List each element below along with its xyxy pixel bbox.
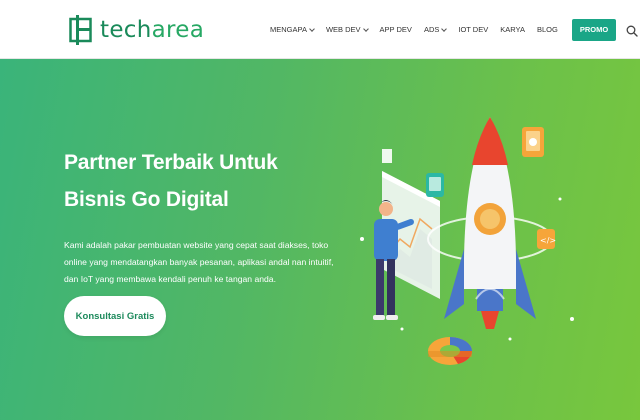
logo-text-light: area [151, 17, 205, 43]
techarea-logo-icon [69, 15, 93, 45]
nav-label: BLOG [536, 25, 558, 34]
chevron-down-icon [362, 25, 369, 32]
nav-item-mengapa[interactable]: MENGAPA [270, 25, 315, 34]
consultation-button[interactable]: Konsultasi Gratis [64, 296, 166, 336]
nav-label: IOT DEV [458, 25, 489, 34]
chevron-down-icon [441, 25, 448, 32]
logo-text-dark: tech [100, 17, 152, 43]
nav-item-blog[interactable]: BLOG [537, 25, 558, 34]
techarea-logo[interactable]: techarea [69, 14, 204, 46]
nav-label: ADS [423, 25, 440, 34]
nav-item-ads[interactable]: ADS [423, 25, 448, 34]
rocket-launch-illustration: </> [340, 89, 600, 419]
hero-section: Partner Terbaik Untuk Bisnis Go Digital … [0, 59, 640, 420]
nav-label: APP DEV [379, 25, 412, 34]
nav-item-iot-dev[interactable]: IOT DEV [458, 25, 488, 34]
nav-item-karya[interactable]: KARYA [500, 25, 525, 34]
hero-headline-line2: Bisnis Go Digital [64, 188, 229, 211]
nav-label: MENGAPA [270, 25, 307, 34]
hero-headline-line1: Partner Terbaik Untuk [64, 151, 278, 174]
nav-item-web-dev[interactable]: WEB DEV [325, 25, 369, 34]
main-nav: MENGAPA WEB DEV APP DEV ADS IOT DEV KARY… [270, 0, 638, 59]
site-header: techarea MENGAPA WEB DEV APP DEV ADS IOT… [0, 0, 640, 59]
search-icon[interactable] [626, 24, 638, 37]
logo-wordmark: techarea [100, 17, 204, 43]
nav-item-app-dev[interactable]: APP DEV [380, 25, 412, 34]
chevron-down-icon [309, 25, 315, 32]
promo-button[interactable]: PROMO [571, 18, 617, 41]
nav-label: KARYA [500, 25, 525, 34]
nav-label: WEB DEV [325, 25, 361, 34]
donut-chart-graphic [428, 337, 472, 365]
svg-text:</>: </> [540, 236, 556, 245]
hero-description: Kami adalah pakar pembuatan website yang… [64, 240, 334, 284]
